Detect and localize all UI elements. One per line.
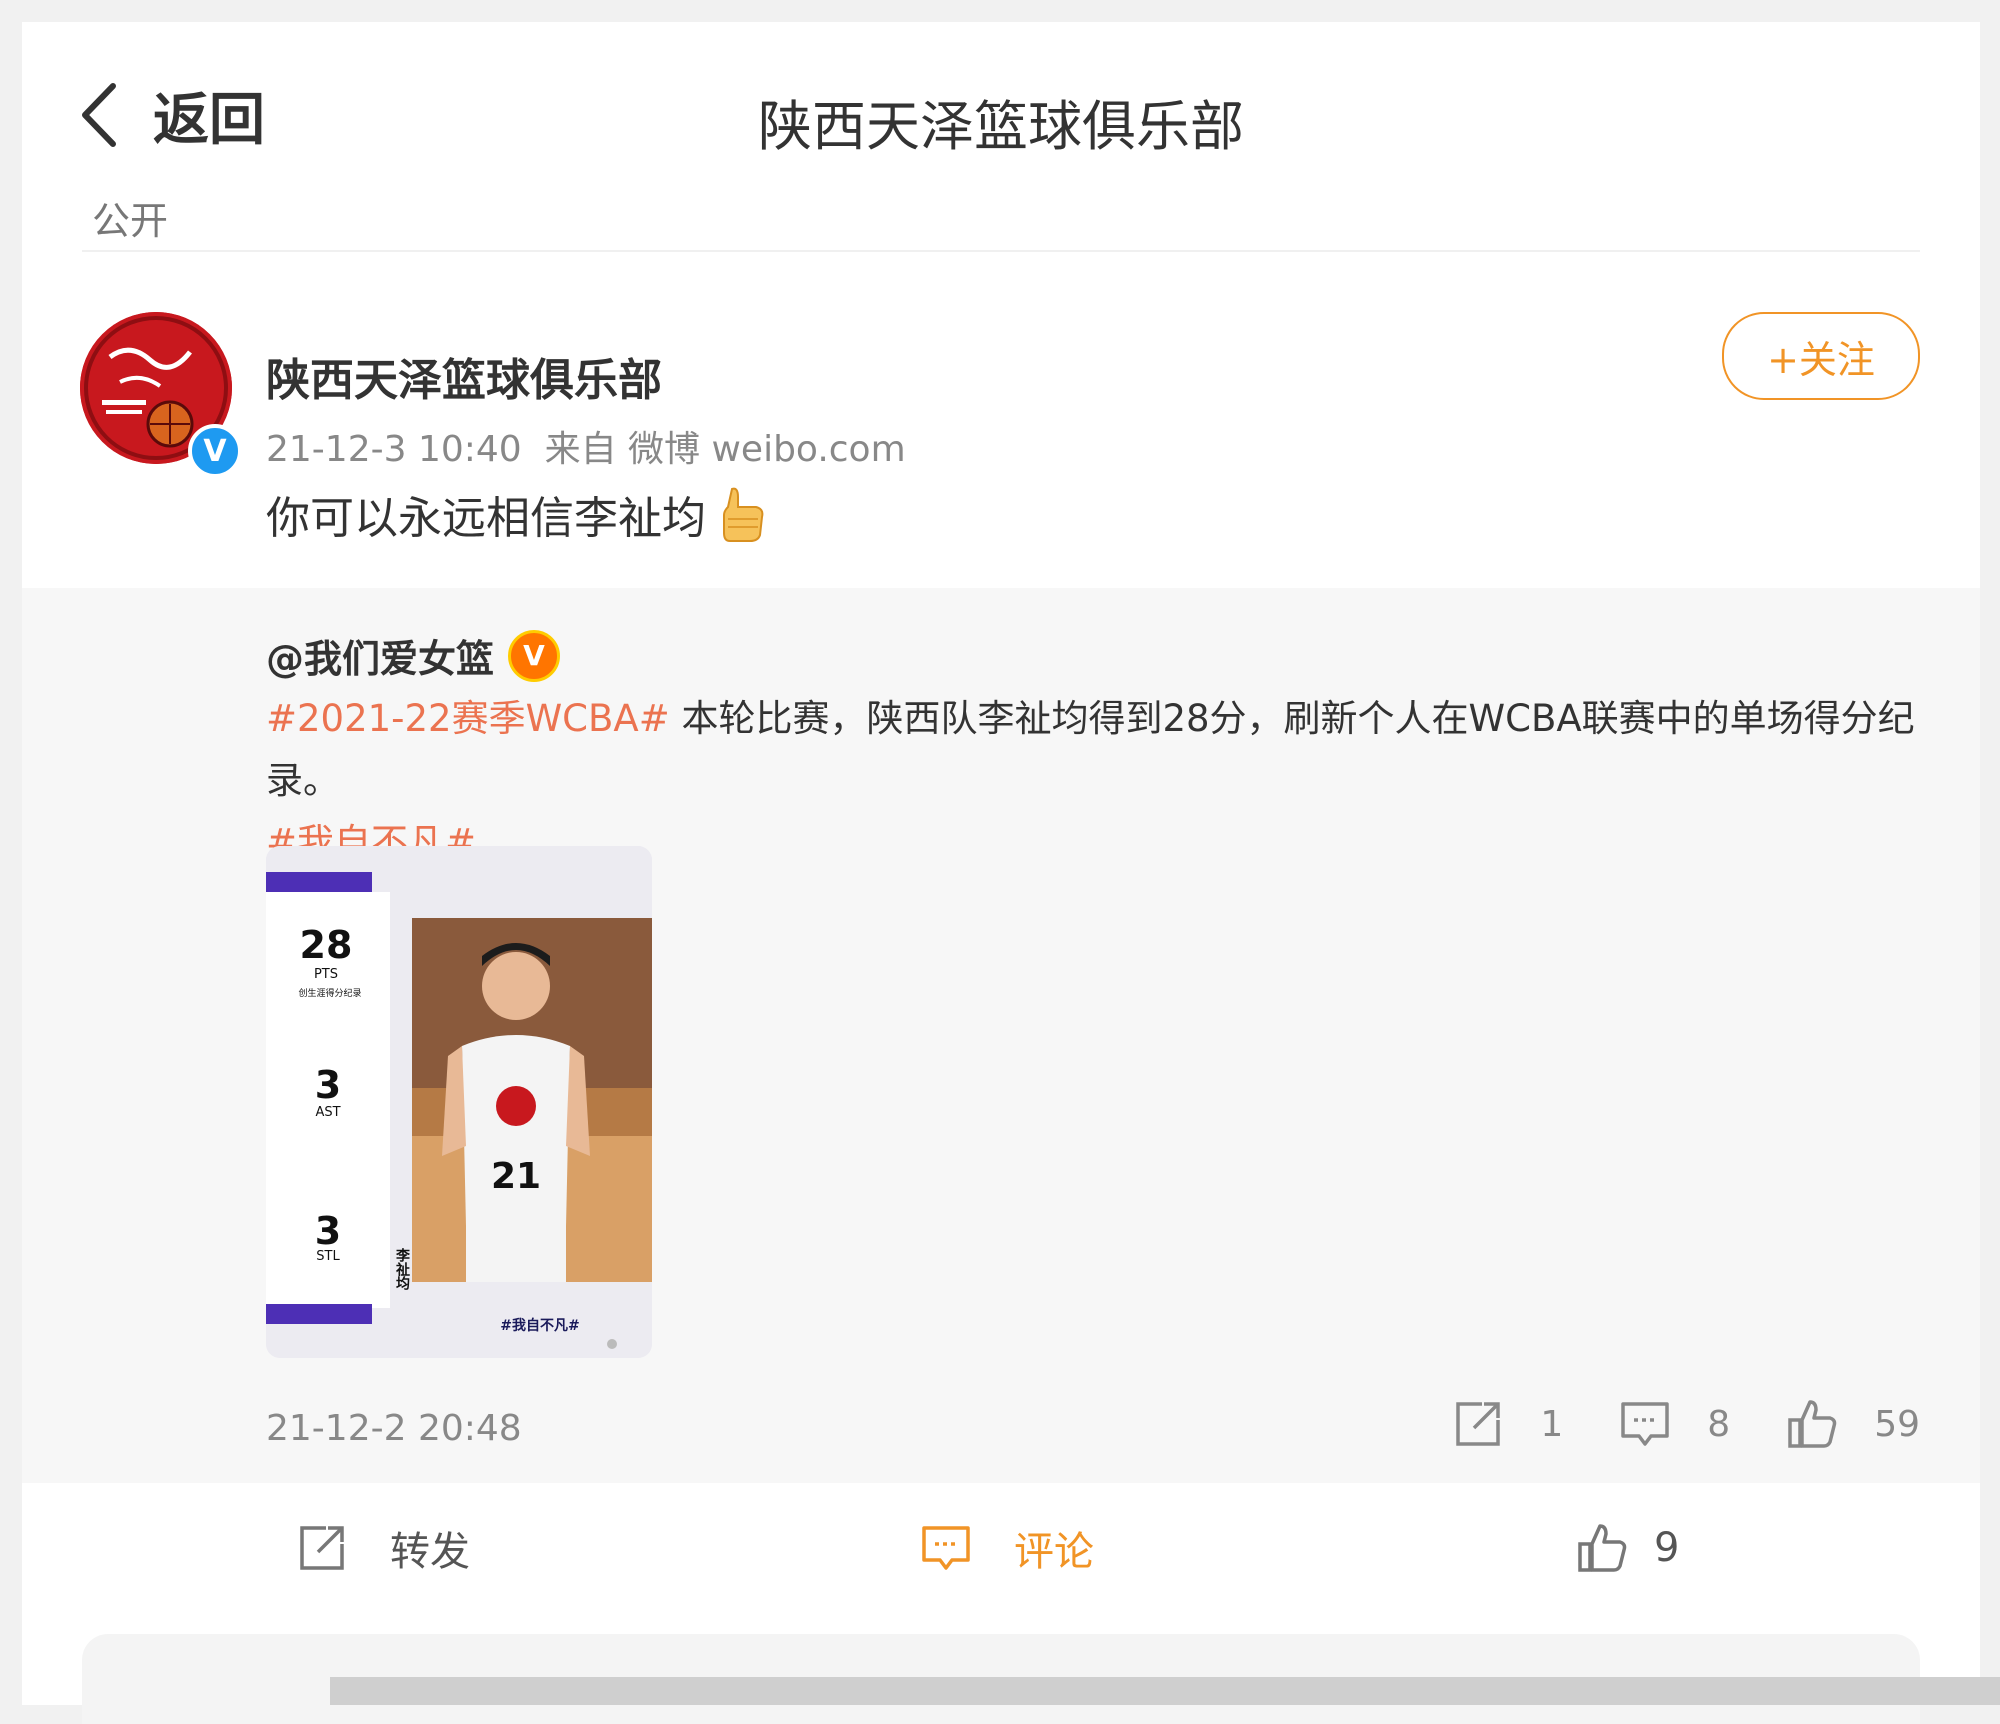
- repost-count: 1: [1540, 1403, 1564, 1445]
- comment-icon: [1621, 1402, 1670, 1446]
- thumbs-up-emoji-icon: [723, 487, 764, 542]
- post-source: 来自 微博 weibo.com: [544, 429, 906, 470]
- author-name[interactable]: 陕西天泽篮球俱乐部: [266, 344, 662, 408]
- repost-button[interactable]: 转发: [296, 1483, 470, 1613]
- repost-label: 转发: [390, 1529, 470, 1575]
- repost-icon: [1456, 1402, 1501, 1446]
- player-stats-graphic: 28 PTS 创生涯得分纪录 3 AST 3 STL 21 李祉均 #我自不凡#: [266, 846, 652, 1358]
- comment-label: 评论: [1014, 1529, 1094, 1575]
- horizontal-scrollbar[interactable]: [330, 1677, 2000, 1705]
- retweet-like-button[interactable]: 59: [1786, 1398, 1920, 1450]
- pts-value: 28: [300, 923, 353, 967]
- follow-button[interactable]: +关注: [1722, 312, 1920, 400]
- hashtag-link[interactable]: #2021-22赛季WCBA#: [266, 697, 670, 740]
- retweet-image[interactable]: 28 PTS 创生涯得分纪录 3 AST 3 STL 21 李祉均 #我自不凡#: [266, 846, 652, 1358]
- ast-label: AST: [315, 1105, 340, 1120]
- like-count: 59: [1874, 1403, 1920, 1445]
- jersey-number: 21: [491, 1156, 541, 1197]
- ast-value: 3: [315, 1063, 341, 1107]
- post-body: 你可以永远相信李祉均: [266, 493, 706, 544]
- thumbs-up-icon: [1578, 1524, 1627, 1572]
- orange-verified-icon: V: [508, 629, 561, 682]
- retweet-comment-button[interactable]: 8: [1619, 1398, 1730, 1450]
- pts-label: PTS: [314, 967, 338, 982]
- stl-label: STL: [316, 1249, 340, 1264]
- retweet-repost-button[interactable]: 1: [1452, 1398, 1563, 1450]
- post-timestamp: 21-12-3 10:40: [266, 429, 522, 470]
- retweet-card[interactable]: @我们爱女篮 V #2021-22赛季WCBA# 本轮比赛，陕西队李祉均得到28…: [22, 588, 1980, 1483]
- comment-icon: [922, 1526, 970, 1570]
- comment-count: 8: [1707, 1403, 1731, 1445]
- comment-tab-button[interactable]: 评论: [920, 1483, 1094, 1613]
- stl-value: 3: [315, 1209, 341, 1253]
- weibo-detail-page: 返回 陕西天泽篮球俱乐部 公开 V 陕西天泽篮球俱乐部 21-12-3 10:4…: [22, 22, 1980, 1724]
- post-text: 你可以永远相信李祉均: [266, 482, 766, 546]
- page-title: 陕西天泽篮球俱乐部: [758, 95, 1244, 158]
- retweet-author[interactable]: @我们爱女篮 V: [266, 628, 561, 683]
- retweet-actions: 1 8 59: [1396, 1398, 1920, 1450]
- verified-badge-icon: V: [188, 424, 242, 478]
- like-count: 9: [1654, 1525, 1680, 1571]
- retweet-author-name[interactable]: @我们爱女篮: [266, 628, 494, 683]
- bottom-action-bar: 转发 评论 9: [22, 1483, 1980, 1613]
- retweet-timestamp: 21-12-2 20:48: [266, 1408, 522, 1449]
- player-name-vertical: 李祉均: [394, 1247, 411, 1291]
- post-meta: 21-12-3 10:40 来自 微博 weibo.com: [266, 420, 906, 472]
- thumbs-up-icon: [1788, 1400, 1837, 1448]
- repost-icon: [300, 1526, 344, 1570]
- pts-note: 创生涯得分纪录: [298, 987, 361, 999]
- image-footer-tag: #我自不凡#: [500, 1317, 579, 1334]
- divider: [82, 250, 1920, 252]
- visibility-label: 公开: [92, 199, 169, 243]
- like-button[interactable]: 9: [1576, 1483, 1679, 1613]
